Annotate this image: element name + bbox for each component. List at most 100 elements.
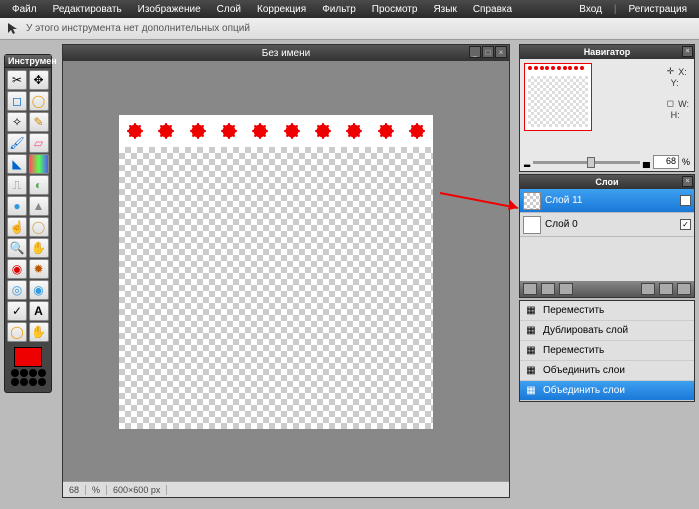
- move-tool[interactable]: ✥: [29, 70, 49, 90]
- gradient-tool[interactable]: [29, 154, 49, 174]
- crop-tool[interactable]: ✂: [7, 70, 27, 90]
- bucket-tool[interactable]: ◣: [7, 154, 27, 174]
- size-icon: ◻: [667, 98, 674, 109]
- shape-5: [252, 123, 268, 139]
- maximize-button[interactable]: □: [482, 46, 494, 58]
- layers-title: Слои: [595, 177, 618, 187]
- history-label: Переместить: [543, 305, 604, 316]
- shape-8: [346, 123, 362, 139]
- navigator-panel: Навигатор × ✛X: Y: ◻W: H: ▂ ▄ 68 %: [519, 44, 695, 172]
- minimize-button[interactable]: _: [469, 46, 481, 58]
- sponge-tool[interactable]: ◯: [29, 217, 49, 237]
- hand-tool[interactable]: ✋: [29, 322, 49, 342]
- color-swatches[interactable]: [8, 347, 48, 389]
- history-row[interactable]: ▦ Объединить слои: [520, 381, 694, 401]
- history-panel: ▦Переместить▦Дублировать слой▦Переместит…: [519, 300, 695, 402]
- zoom-out-icon[interactable]: ▂: [524, 158, 530, 167]
- clone-tool[interactable]: ⎍: [7, 175, 27, 195]
- register-link[interactable]: Регистрация: [621, 4, 695, 15]
- layers-panel: Слои× Слой 11✓Слой 0✓: [519, 174, 695, 298]
- layer-settings-button[interactable]: [677, 283, 691, 295]
- shape-4: [221, 123, 237, 139]
- toolbox-title: Инструмен: [5, 55, 51, 68]
- shape-tool[interactable]: ◯: [7, 322, 27, 342]
- menu-layer[interactable]: Слой: [209, 4, 249, 15]
- history-label: Объединить слои: [543, 385, 625, 396]
- layer-row[interactable]: Слой 11 ✓: [520, 189, 694, 213]
- spot-heal-tool[interactable]: ✹: [29, 259, 49, 279]
- redeye-tool[interactable]: ◉: [7, 259, 27, 279]
- history-row[interactable]: ▦ Переместить: [520, 301, 694, 321]
- zoom-unit: %: [86, 485, 107, 495]
- zoom-in-icon[interactable]: ▄: [643, 157, 650, 168]
- layer-up-button[interactable]: [641, 283, 655, 295]
- visibility-checkbox[interactable]: ✓: [680, 219, 691, 230]
- menu-help[interactable]: Справка: [465, 4, 520, 15]
- layer-thumb: [523, 216, 541, 234]
- main-menu-bar: Файл Редактировать Изображение Слой Корр…: [0, 0, 699, 18]
- shape-9: [378, 123, 394, 139]
- background-pattern[interactable]: [8, 369, 48, 389]
- document-title: Без имени: [262, 48, 310, 59]
- layer-thumb: [523, 192, 541, 210]
- eraser-tool[interactable]: ▱: [29, 133, 49, 153]
- document-titlebar[interactable]: Без имени _ □ ×: [63, 45, 509, 61]
- zoom-input[interactable]: 68: [653, 155, 679, 169]
- close-icon[interactable]: ×: [682, 46, 693, 57]
- history-icon: ▦: [524, 304, 538, 318]
- toolbox-panel: Инструмен ✂ ✥ ◻ ◯ ✧ ✎ 🖌 ▱ ◣ ⎍ ◐ ● ▲ ☝ ◯ …: [4, 54, 52, 393]
- visibility-checkbox[interactable]: ✓: [680, 195, 691, 206]
- dodge-tool[interactable]: 🔍: [7, 238, 27, 258]
- menu-language[interactable]: Язык: [425, 4, 464, 15]
- delete-layer-button[interactable]: [559, 283, 573, 295]
- lasso-tool[interactable]: ◯: [29, 91, 49, 111]
- shape-6: [284, 123, 300, 139]
- login-link[interactable]: Вход: [571, 4, 610, 15]
- shape-10: [409, 123, 425, 139]
- menu-image[interactable]: Изображение: [130, 4, 209, 15]
- eyedropper-tool[interactable]: ✓: [7, 301, 27, 321]
- type-tool[interactable]: A: [29, 301, 49, 321]
- marquee-tool[interactable]: ◻: [7, 91, 27, 111]
- close-icon[interactable]: ×: [682, 176, 693, 187]
- shape-2: [158, 123, 174, 139]
- move-tool-icon: [3, 20, 23, 38]
- canvas-dims: 600×600 px: [107, 485, 167, 495]
- navigator-title: Навигатор: [584, 47, 631, 57]
- history-icon: ▦: [524, 384, 538, 398]
- menu-adjustment[interactable]: Коррекция: [249, 4, 314, 15]
- brush-tool[interactable]: 🖌: [7, 133, 27, 153]
- history-row[interactable]: ▦Дублировать слой: [520, 321, 694, 341]
- layers-toolbar: [520, 281, 694, 297]
- bloat-tool[interactable]: ◎: [7, 280, 27, 300]
- zoom-slider[interactable]: [533, 161, 640, 164]
- history-row[interactable]: ▦Объединить слои: [520, 361, 694, 381]
- close-button[interactable]: ×: [495, 46, 507, 58]
- zoom-percent: %: [682, 157, 690, 167]
- status-bar: 68 % 600×600 px: [63, 481, 509, 497]
- pinch-tool[interactable]: ◉: [29, 280, 49, 300]
- layer-down-button[interactable]: [659, 283, 673, 295]
- menu-filter[interactable]: Фильтр: [314, 4, 364, 15]
- sharpen-tool[interactable]: ▲: [29, 196, 49, 216]
- replace-color-tool[interactable]: ◐: [29, 175, 49, 195]
- wand-tool[interactable]: ✧: [7, 112, 27, 132]
- menu-edit[interactable]: Редактировать: [45, 4, 130, 15]
- canvas[interactable]: [119, 115, 433, 429]
- mask-button[interactable]: [541, 283, 555, 295]
- coords-readout: ✛X: Y: ◻W: H:: [667, 65, 689, 121]
- layer-row[interactable]: Слой 0✓: [520, 213, 694, 237]
- blur-tool[interactable]: ●: [7, 196, 27, 216]
- layer-name: Слой 11: [545, 195, 582, 206]
- menu-file[interactable]: Файл: [4, 4, 45, 15]
- history-row[interactable]: ▦Переместить: [520, 341, 694, 361]
- menu-view[interactable]: Просмотр: [364, 4, 426, 15]
- history-icon: ▦: [524, 364, 538, 378]
- navigator-thumb[interactable]: [524, 63, 592, 131]
- pencil-tool[interactable]: ✎: [29, 112, 49, 132]
- smudge-tool[interactable]: ☝: [7, 217, 27, 237]
- new-layer-button[interactable]: [523, 283, 537, 295]
- burn-tool[interactable]: ✋: [29, 238, 49, 258]
- foreground-color[interactable]: [14, 347, 42, 367]
- crosshair-icon: ✛: [667, 66, 675, 77]
